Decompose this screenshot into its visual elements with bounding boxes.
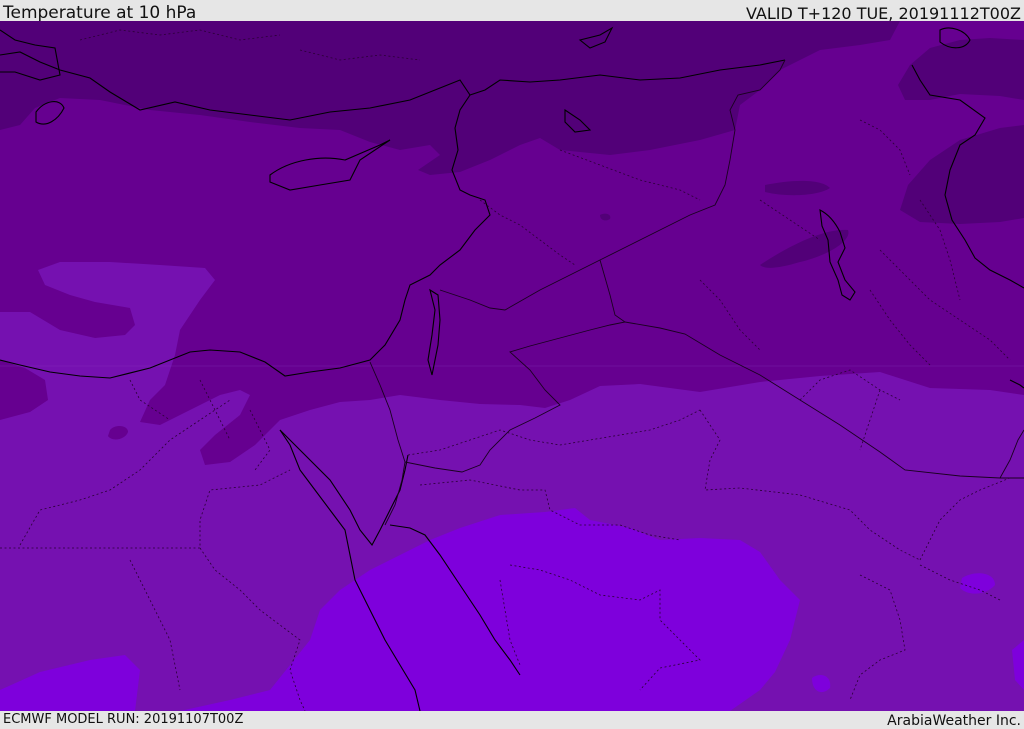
model-run-label: ECMWF MODEL RUN: 20191107T00Z xyxy=(3,712,244,727)
temperature-map xyxy=(0,21,1024,711)
header-bar: Temperature at 10 hPa VALID T+120 TUE, 2… xyxy=(0,0,1024,23)
credit-label: ArabiaWeather Inc. xyxy=(887,713,1021,729)
footer-bar: ECMWF MODEL RUN: 20191107T00Z ArabiaWeat… xyxy=(0,711,1024,729)
